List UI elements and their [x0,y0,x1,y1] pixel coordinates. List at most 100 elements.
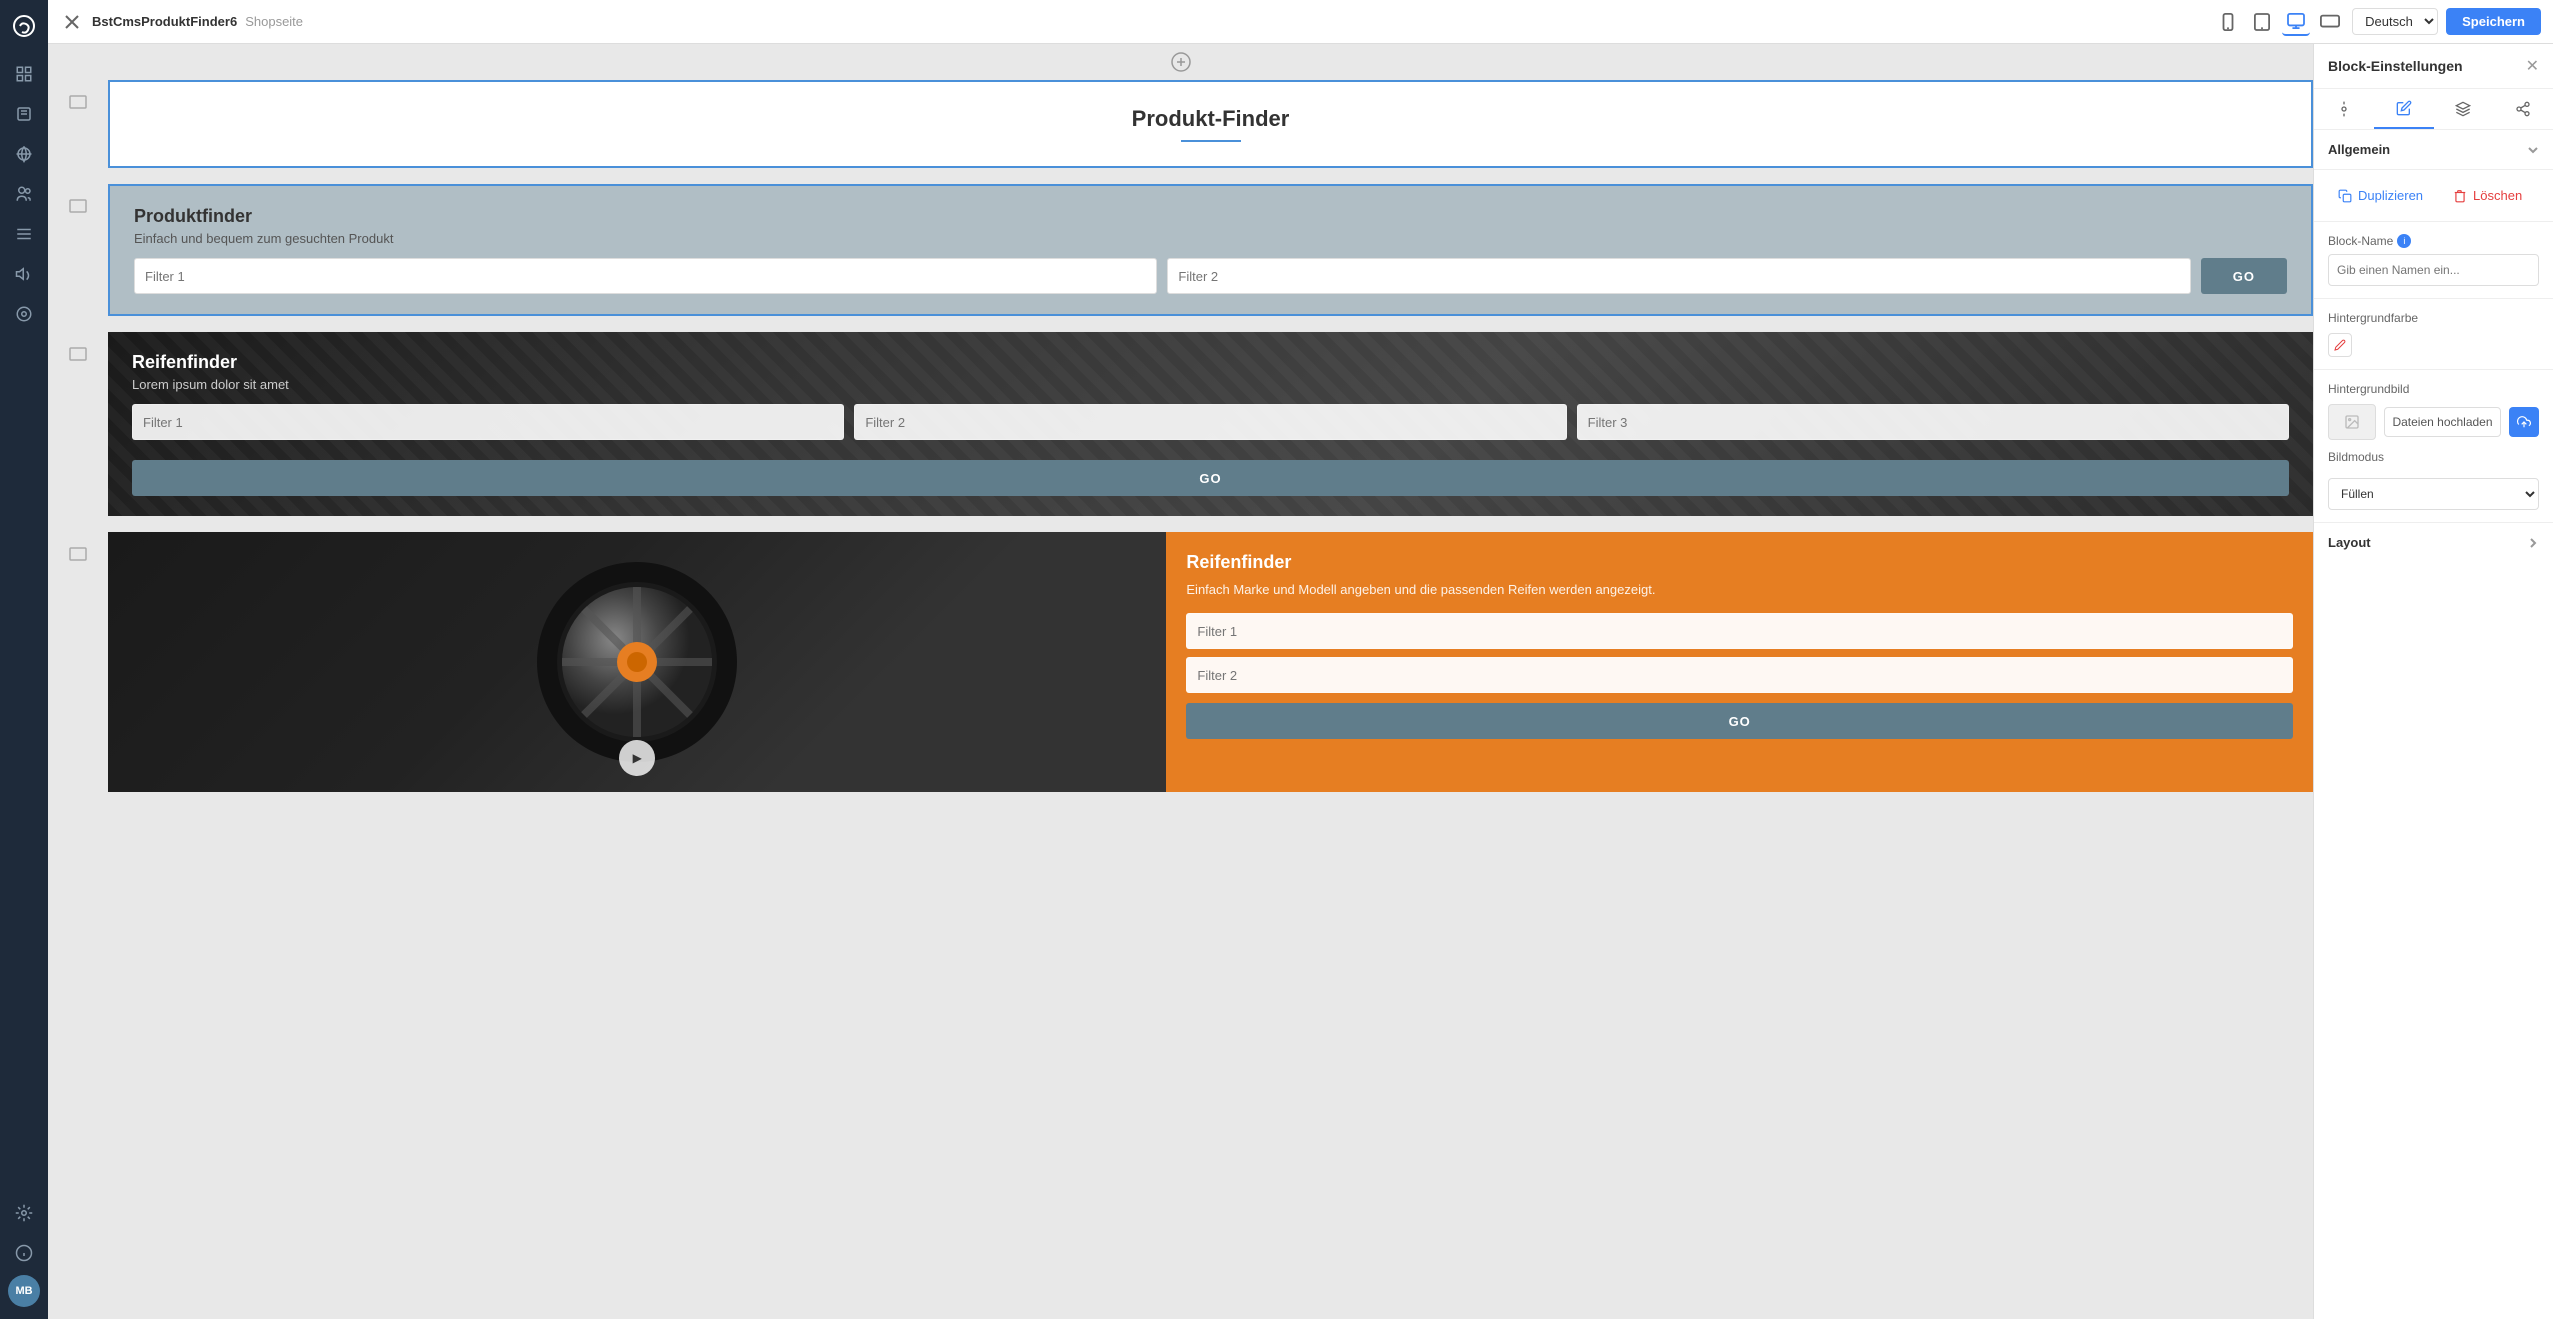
allgemein-section: Allgemein [2314,130,2553,170]
duplicate-label: Duplizieren [2358,188,2423,203]
block-space-3 [48,516,2313,532]
device-mobile[interactable] [2214,8,2242,36]
play-button[interactable]: ▶ [619,740,655,776]
panel-icon-share[interactable] [2493,89,2553,129]
info-dot: i [2397,234,2411,248]
block3-content[interactable]: Reifenfinder Lorem ipsum dolor sit amet … [108,332,2313,516]
block1-divider [1181,140,1241,142]
block-name-input[interactable] [2328,254,2539,286]
block2-filter1[interactable] [134,258,1157,294]
block1-content[interactable]: Produkt-Finder [108,80,2313,168]
sidebar-item-pages[interactable] [6,96,42,132]
block4-filter1[interactable] [1186,613,2293,649]
block1-title: Produkt-Finder [134,106,2287,132]
block2-go-button[interactable]: GO [2201,258,2287,294]
save-button[interactable]: Speichern [2446,8,2541,35]
sidebar-item-settings[interactable] [6,1195,42,1231]
tab-title: BstCmsProduktFinder6 [92,14,237,29]
close-button[interactable] [60,10,84,34]
image-mode-label: Bildmodus [2328,450,2539,464]
block3-filter2[interactable] [854,404,1566,440]
block-reifenfinder-orange-row: ▶ Reifenfinder Einfach Marke und Modell … [48,532,2313,792]
panel-icon-layers[interactable] [2434,89,2494,129]
orange-panel: Reifenfinder Einfach Marke und Modell an… [1166,532,2313,792]
image-row: Dateien hochladen [2328,404,2539,440]
block4-side-icon [48,532,108,792]
block3-subtitle: Lorem ipsum dolor sit amet [132,377,2289,392]
device-wide[interactable] [2316,8,2344,36]
tab-subtitle: Shopseite [245,14,303,29]
upload-icon [2517,415,2531,429]
block-space-1 [48,168,2313,184]
allgemein-header[interactable]: Allgemein [2328,142,2539,157]
device-desktop[interactable] [2282,8,2310,36]
canvas-area[interactable]: Produkt-Finder Produktfinder Einfach und… [48,44,2313,1319]
allgemein-title: Allgemein [2328,142,2390,157]
right-panel: Block-Einstellungen ✕ [2313,44,2553,1319]
delete-icon [2453,189,2467,203]
sidebar-item-shop[interactable] [6,136,42,172]
topbar: BstCmsProduktFinder6 Shopseite [48,0,2553,44]
block4-filter2[interactable] [1186,657,2293,693]
sidebar-item-content[interactable] [6,216,42,252]
panel-icons-row [2314,89,2553,130]
block4-go-button[interactable]: GO [1186,703,2293,739]
block3-title: Reifenfinder [132,352,2289,373]
sidebar-item-analytics[interactable] [6,296,42,332]
sidebar-logo[interactable] [6,8,42,44]
bg-color-label: Hintergrundfarbe [2328,311,2539,325]
language-select[interactable]: Deutsch [2352,8,2438,35]
block3-overlay: Reifenfinder Lorem ipsum dolor sit amet … [108,332,2313,516]
layout-title: Layout [2328,535,2371,550]
delete-label: Löschen [2473,188,2522,203]
bg-image-label: Hintergrundbild [2328,382,2539,396]
block-header-row: Produkt-Finder [48,80,2313,168]
user-avatar[interactable]: MB [8,1275,40,1307]
image-placeholder [2328,404,2376,440]
panel-icon-settings[interactable] [2314,89,2374,129]
block-name-section: Block-Name i [2314,222,2553,299]
panel-header: Block-Einstellungen ✕ [2314,44,2553,89]
block4-subtitle: Einfach Marke und Modell angeben und die… [1186,581,2293,599]
panel-icon-edit[interactable] [2374,89,2434,129]
delete-button[interactable]: Löschen [2443,182,2532,209]
block4-content: ▶ Reifenfinder Einfach Marke und Modell … [108,532,2313,792]
sidebar-item-layers[interactable] [6,56,42,92]
image-mode-select[interactable]: Füllen [2328,478,2539,510]
panel-close-button[interactable]: ✕ [2526,56,2539,76]
block2-filter2[interactable] [1167,258,2190,294]
block3-go-button[interactable]: GO [132,460,2289,496]
block2-side-icon [48,184,108,316]
duplicate-button[interactable]: Duplizieren [2328,182,2433,209]
block3-filter3[interactable] [1577,404,2289,440]
block1-side-icon [48,80,108,168]
panel-actions: Duplizieren Löschen [2314,170,2553,222]
sidebar-item-info[interactable] [6,1235,42,1271]
device-selector [2214,8,2344,36]
bg-image-section: Hintergrundbild Dateien hochladen [2314,370,2553,523]
block-reifenfinder-dark-row: Reifenfinder Lorem ipsum dolor sit amet … [48,332,2313,516]
add-block-top[interactable] [48,44,2313,80]
block2-title: Produktfinder [134,206,2287,227]
block4-image: ▶ [108,532,1166,792]
layout-section[interactable]: Layout [2314,523,2553,562]
block4-title: Reifenfinder [1186,552,2293,573]
block3-filter1[interactable] [132,404,844,440]
sidebar-item-users[interactable] [6,176,42,212]
chevron-down-icon [2527,144,2539,156]
block2-content[interactable]: Produktfinder Einfach und bequem zum ges… [108,184,2313,316]
block-space-4 [48,792,2313,808]
block3-filters [132,404,2289,440]
pencil-icon [2334,339,2346,351]
upload-icon-button[interactable] [2509,407,2539,437]
block-produktfinder-row: Produktfinder Einfach und bequem zum ges… [48,184,2313,316]
device-tablet[interactable] [2248,8,2276,36]
color-swatch[interactable] [2328,333,2352,357]
sidebar-item-marketing[interactable] [6,256,42,292]
upload-button[interactable]: Dateien hochladen [2384,407,2501,437]
content-area: Produkt-Finder Produktfinder Einfach und… [48,44,2553,1319]
duplicate-icon [2338,189,2352,203]
left-sidebar: MB [0,0,48,1319]
image-icon [2344,414,2360,430]
block2-subtitle: Einfach und bequem zum gesuchten Produkt [134,231,2287,246]
